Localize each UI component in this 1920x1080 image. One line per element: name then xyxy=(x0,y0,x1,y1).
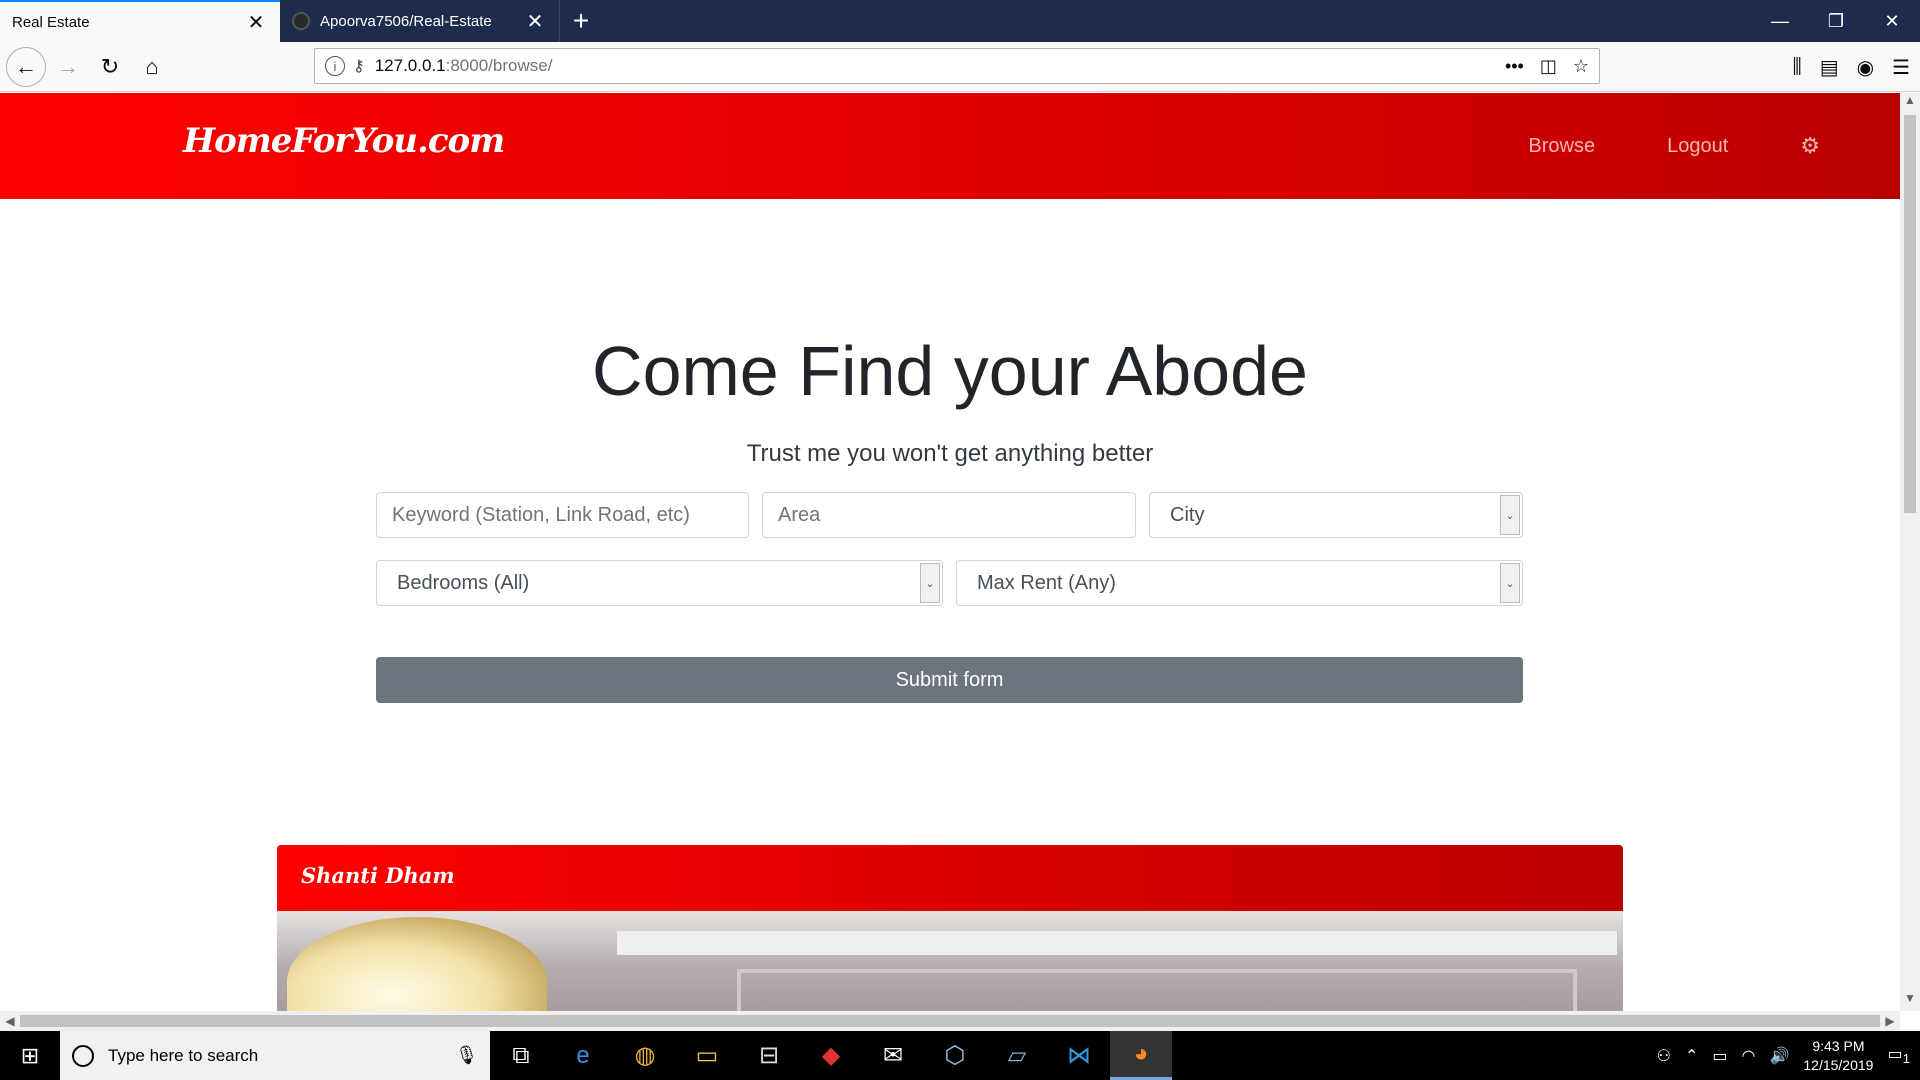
url-bar[interactable]: i ⚷ 127.0.0.1:8000/browse/ ••• ◫ ☆ xyxy=(314,48,1600,84)
chevron-down-icon[interactable]: ⌄ xyxy=(1500,563,1520,603)
star-icon[interactable]: ☆ xyxy=(1573,56,1589,77)
cortana-icon xyxy=(72,1044,94,1067)
close-icon[interactable]: ✕ xyxy=(1864,0,1920,42)
wifi-icon[interactable]: ◠ xyxy=(1741,1046,1755,1066)
menu-icon[interactable]: ☰ xyxy=(1892,55,1910,80)
file-explorer-icon[interactable]: ▭ xyxy=(676,1031,738,1080)
volume-icon[interactable]: 🔊 xyxy=(1769,1046,1789,1066)
microphone-icon[interactable]: 🎙 xyxy=(455,1045,478,1066)
forward-arrow-icon[interactable]: → xyxy=(48,47,88,87)
system-tray: ⚇ ⌃ ▭ ◠ 🔊 9:43 PM 12/15/2019 ▭1 xyxy=(1657,1031,1920,1080)
horizontal-scrollbar[interactable]: ◀ ▶ xyxy=(0,1011,1900,1031)
site-logo[interactable]: HomeForYou.com xyxy=(183,121,505,161)
chevron-up-icon[interactable]: ⌃ xyxy=(1685,1046,1698,1066)
nav-logout-link[interactable]: Logout xyxy=(1667,135,1728,158)
taskbar: ⊞ Type here to search 🎙 ⧉ e ◍ ▭ ⊟ ◆ ✉ ⬡ … xyxy=(0,1031,1920,1080)
city-select[interactable]: City ⌄ xyxy=(1149,492,1523,538)
scroll-down-icon[interactable]: ▼ xyxy=(1900,991,1920,1011)
tab-title: Apoorva7506/Real-Estate xyxy=(320,12,492,30)
minimize-icon[interactable]: — xyxy=(1752,0,1808,42)
account-icon[interactable]: ◉ xyxy=(1857,55,1874,80)
tab-title: Real Estate xyxy=(12,13,90,31)
submit-form-button[interactable]: Submit form xyxy=(376,657,1523,703)
key-icon[interactable]: ⚷ xyxy=(353,56,365,76)
firefox-icon[interactable]: ◕ xyxy=(1110,1031,1172,1080)
photo-ceiling xyxy=(617,931,1617,955)
site-header: HomeForYou.com Browse Logout ⚙ xyxy=(0,93,1900,199)
notification-count: 1 xyxy=(1902,1051,1910,1067)
listing-title[interactable]: Shanti Dham xyxy=(301,863,455,888)
browser-toolbar: ← → ↻ ⌂ i ⚷ 127.0.0.1:8000/browse/ ••• ◫… xyxy=(0,42,1920,92)
pocket-icon[interactable]: ◫ xyxy=(1540,56,1557,77)
tab-real-estate[interactable]: Real Estate ✕ xyxy=(0,0,280,42)
task-view-icon[interactable]: ⧉ xyxy=(490,1031,552,1080)
more-icon[interactable]: ••• xyxy=(1505,56,1524,77)
scrollbar-thumb[interactable] xyxy=(20,1015,1880,1027)
photo-lamp xyxy=(287,917,547,1011)
people-icon[interactable]: ⚇ xyxy=(1657,1046,1671,1066)
cube-app-icon[interactable]: ⬡ xyxy=(924,1031,986,1080)
plus-icon[interactable]: + xyxy=(560,0,602,42)
chevron-down-icon[interactable]: ⌄ xyxy=(920,563,940,603)
game-app-icon[interactable]: ◆ xyxy=(800,1031,862,1080)
close-icon[interactable]: ✕ xyxy=(523,9,547,34)
store-icon[interactable]: ⊟ xyxy=(738,1031,800,1080)
vertical-scrollbar[interactable]: ▲ ▼ xyxy=(1900,93,1920,1011)
vscode-icon[interactable]: ⋈ xyxy=(1048,1031,1110,1080)
clock[interactable]: 9:43 PM 12/15/2019 xyxy=(1803,1037,1873,1075)
clock-date: 12/15/2019 xyxy=(1803,1056,1874,1073)
close-icon[interactable]: ✕ xyxy=(244,10,268,35)
scroll-right-icon[interactable]: ▶ xyxy=(1880,1011,1900,1031)
notification-icon[interactable]: ▭1 xyxy=(1887,1044,1910,1066)
tab-github-repo[interactable]: Apoorva7506/Real-Estate ✕ xyxy=(280,0,560,42)
hero-title: Come Find your Abode xyxy=(592,332,1308,410)
home-icon[interactable]: ⌂ xyxy=(132,47,172,87)
remote-desktop-icon[interactable]: ▱ xyxy=(986,1031,1048,1080)
gear-icon[interactable]: ⚙ xyxy=(1800,133,1820,159)
bedrooms-value: Bedrooms (All) xyxy=(397,571,530,594)
search-placeholder: Type here to search xyxy=(108,1045,259,1065)
web-page: HomeForYou.com Browse Logout ⚙ Come Find… xyxy=(0,93,1900,1011)
browser-tab-strip: Real Estate ✕ Apoorva7506/Real-Estate ✕ … xyxy=(0,0,1920,42)
keyword-placeholder: Keyword (Station, Link Road, etc) xyxy=(392,503,690,526)
mail-icon[interactable]: ✉ xyxy=(862,1031,924,1080)
restore-icon[interactable]: ❐ xyxy=(1808,0,1864,42)
taskbar-search-box[interactable]: Type here to search 🎙 xyxy=(60,1031,490,1080)
area-placeholder: Area xyxy=(778,503,821,526)
area-input[interactable]: Area xyxy=(762,492,1136,538)
reload-icon[interactable]: ↻ xyxy=(90,47,130,87)
listing-photo[interactable] xyxy=(277,911,1623,1011)
github-icon xyxy=(292,12,310,30)
battery-icon[interactable]: ▭ xyxy=(1712,1046,1727,1066)
scroll-left-icon[interactable]: ◀ xyxy=(0,1011,20,1031)
library-icon[interactable]: ⫼ xyxy=(1793,56,1802,79)
clock-time: 9:43 PM xyxy=(1812,1037,1865,1054)
sidebar-icon[interactable]: ▤ xyxy=(1820,55,1839,80)
back-arrow-icon[interactable]: ← xyxy=(6,46,46,87)
hero-subtitle: Trust me you won't get anything better xyxy=(746,440,1154,467)
nav-browse-link[interactable]: Browse xyxy=(1528,135,1595,158)
chevron-down-icon[interactable]: ⌄ xyxy=(1500,495,1520,535)
windows-icon[interactable]: ⊞ xyxy=(0,1031,60,1080)
url-host: 127.0.0.1 xyxy=(374,56,446,75)
info-icon[interactable]: i xyxy=(325,56,345,76)
url-path: :8000/browse/ xyxy=(445,56,553,75)
listing-card[interactable]: Shanti Dham xyxy=(277,845,1623,1011)
city-value: City xyxy=(1170,503,1205,526)
photo-wall-panel xyxy=(737,969,1577,1011)
scroll-up-icon[interactable]: ▲ xyxy=(1900,93,1920,113)
edge-icon[interactable]: e xyxy=(552,1031,614,1080)
chrome-icon[interactable]: ◍ xyxy=(614,1031,676,1080)
bedrooms-select[interactable]: Bedrooms (All) ⌄ xyxy=(376,560,943,606)
site-nav: Browse Logout ⚙ xyxy=(1528,93,1820,199)
listing-card-header: Shanti Dham xyxy=(277,845,1623,911)
max-rent-value: Max Rent (Any) xyxy=(977,571,1116,594)
window-controls: — ❐ ✕ xyxy=(1752,0,1920,42)
keyword-input[interactable]: Keyword (Station, Link Road, etc) xyxy=(376,492,749,538)
scrollbar-thumb[interactable] xyxy=(1904,115,1916,513)
max-rent-select[interactable]: Max Rent (Any) ⌄ xyxy=(956,560,1523,606)
